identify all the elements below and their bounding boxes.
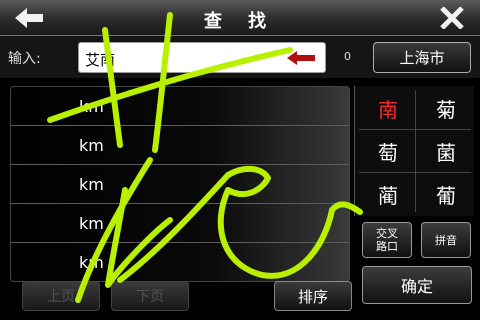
result-list: km km km km km: [10, 86, 350, 282]
search-input[interactable]: 艾南: [78, 42, 326, 73]
distance-unit: km: [79, 175, 104, 194]
input-row: 输入: 艾南 0 上海市: [0, 36, 480, 78]
input-label: 输入:: [8, 51, 41, 67]
close-icon: [440, 7, 464, 29]
list-item[interactable]: km: [11, 126, 349, 165]
confirm-button[interactable]: 确定: [362, 266, 472, 304]
next-page-button[interactable]: 下页: [111, 281, 189, 311]
list-item[interactable]: km: [11, 165, 349, 204]
list-item[interactable]: km: [11, 87, 349, 126]
delete-arrow-icon[interactable]: [287, 51, 317, 65]
page-title: 查 找: [203, 11, 277, 32]
city-button[interactable]: 上海市: [373, 42, 471, 73]
distance-unit: km: [79, 136, 104, 155]
candidate-char[interactable]: 葡: [417, 173, 475, 215]
search-input-value: 艾南: [85, 51, 116, 69]
result-count: 0: [344, 50, 351, 63]
candidate-char[interactable]: 萄: [359, 130, 417, 172]
distance-unit: km: [79, 97, 104, 116]
list-item[interactable]: km: [11, 243, 349, 281]
title-bar: 查 找: [0, 0, 480, 36]
prev-page-button[interactable]: 上页: [22, 281, 100, 311]
distance-unit: km: [79, 253, 104, 272]
close-button[interactable]: [436, 6, 468, 30]
candidate-grid: 南 菊 萄 菌 蔺 葡: [354, 86, 474, 216]
sort-button[interactable]: 排序: [274, 281, 352, 311]
candidate-char[interactable]: 菌: [417, 130, 475, 172]
candidate-char[interactable]: 南: [359, 87, 417, 129]
candidate-char[interactable]: 菊: [417, 87, 475, 129]
pinyin-button[interactable]: 拼音: [421, 222, 471, 258]
list-item[interactable]: km: [11, 204, 349, 243]
cross-road-button[interactable]: 交叉 路口: [362, 222, 412, 258]
candidate-char[interactable]: 蔺: [359, 173, 417, 215]
distance-unit: km: [79, 214, 104, 233]
